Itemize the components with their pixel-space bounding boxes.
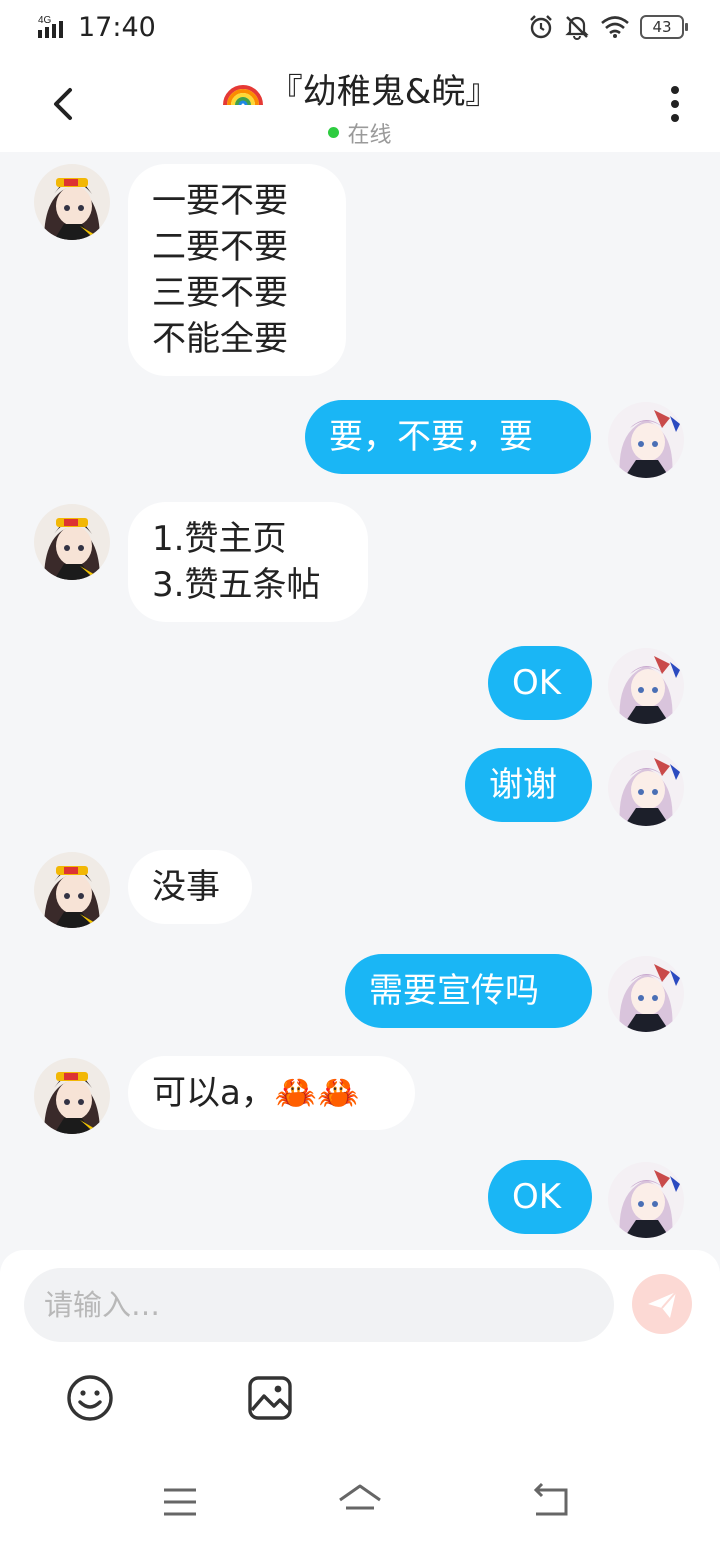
message-bubble[interactable]: 一要不要 二要不要 三要不要 不能全要: [128, 164, 346, 376]
battery-icon: 43: [640, 15, 688, 39]
avatar[interactable]: [608, 750, 684, 826]
message-bubble[interactable]: 1.赞主页 3.赞五条帖: [128, 502, 368, 622]
back-nav-icon[interactable]: [526, 1480, 574, 1524]
message-bubble[interactable]: 没事: [128, 850, 252, 924]
menu-icon[interactable]: [156, 1480, 204, 1524]
clock: 17:40: [78, 12, 156, 43]
avatar[interactable]: [608, 956, 684, 1032]
alarm-icon: [530, 15, 552, 39]
emoji-icon[interactable]: [66, 1374, 114, 1422]
avatar[interactable]: [608, 402, 684, 478]
message-list[interactable]: 一要不要 二要不要 三要不要 不能全要 要，不要，要 1.赞主页 3.赞五条帖 …: [0, 152, 720, 1252]
chat-title[interactable]: 『幼稚鬼&皖』: [221, 64, 500, 113]
message-bubble[interactable]: 可以a，🦀🦀: [128, 1056, 415, 1130]
chat-header: 『幼稚鬼&皖』 在线: [0, 56, 720, 152]
online-status: 在线: [328, 117, 392, 149]
send-icon: [648, 1291, 677, 1318]
status-icons: 43: [528, 14, 688, 40]
avatar[interactable]: [608, 648, 684, 724]
online-dot: [328, 127, 340, 138]
chat-screen: 4G 17:40 43 『幼稚鬼&皖』 在线 一要不要 二要不要 三要不要 不能…: [0, 0, 720, 1544]
avatar[interactable]: [608, 1162, 684, 1238]
send-button[interactable]: [632, 1274, 692, 1334]
more-options-icon[interactable]: [660, 82, 690, 126]
avatar[interactable]: [34, 852, 110, 928]
status-bar: 4G 17:40 43: [0, 0, 720, 56]
avatar[interactable]: [34, 164, 110, 240]
signal-icon: 4G: [38, 15, 63, 38]
system-nav-bar: [0, 1480, 720, 1528]
message-bubble[interactable]: 谢谢: [465, 748, 592, 822]
message-bubble[interactable]: OK: [488, 646, 592, 720]
wifi-icon: [601, 16, 629, 38]
message-bubble[interactable]: 要，不要，要: [305, 400, 591, 474]
home-icon[interactable]: [336, 1480, 384, 1524]
message-bubble[interactable]: 需要宣传吗: [345, 954, 592, 1028]
svg-text:4G: 4G: [38, 15, 52, 26]
avatar[interactable]: [34, 1058, 110, 1134]
title-block: 『幼稚鬼&皖』 在线: [0, 64, 720, 149]
image-icon[interactable]: [246, 1374, 294, 1422]
message-input[interactable]: [24, 1268, 614, 1342]
online-status-text: 在线: [347, 122, 392, 148]
rainbow-icon: [222, 84, 263, 105]
battery-level: 43: [652, 18, 672, 36]
message-bubble[interactable]: OK: [488, 1160, 592, 1234]
chat-title-text: 『幼稚鬼&皖』: [268, 72, 500, 112]
mute-bell-icon: [565, 16, 589, 40]
avatar[interactable]: [34, 504, 110, 580]
